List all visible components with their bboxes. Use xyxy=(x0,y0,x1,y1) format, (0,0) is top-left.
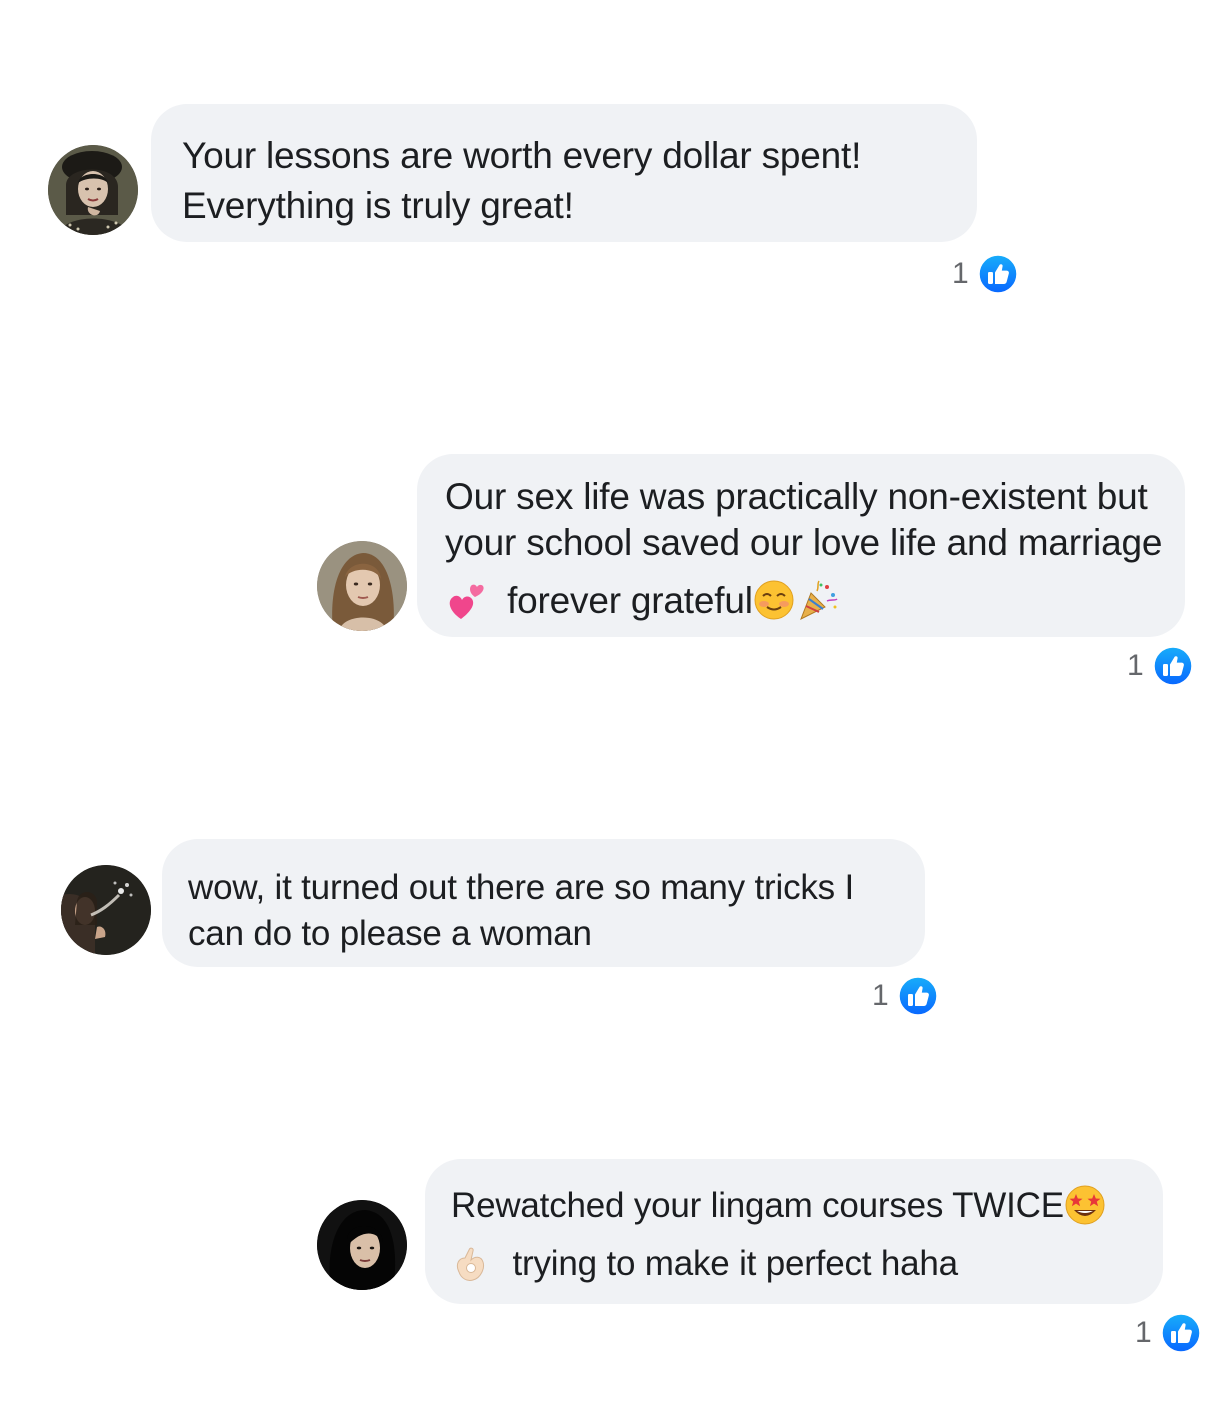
avatar-comment-4[interactable] xyxy=(317,1200,407,1290)
comment-bubble: Rewatched your lingam courses TWICE tryi… xyxy=(425,1159,1163,1304)
reaction-badge[interactable]: 1 xyxy=(952,252,1019,296)
comment-text-forever-grateful: forever grateful xyxy=(507,580,753,621)
comment-bubble: Our sex life was practically non-existen… xyxy=(417,454,1185,637)
comment-text-line: Everything is truly great! xyxy=(182,185,574,226)
like-icon xyxy=(977,253,1019,295)
comment-text-line-1: Rewatched your lingam courses TWICE xyxy=(451,1183,1143,1229)
comment-text-line: Your lessons are worth every dollar spen… xyxy=(182,135,862,176)
comment-text: Rewatched your lingam courses TWICE xyxy=(451,1186,1064,1225)
comment-bubble: wow, it turned out there are so many tri… xyxy=(162,839,925,967)
reaction-count: 1 xyxy=(952,257,969,290)
star-struck-icon xyxy=(1065,1185,1105,1225)
reaction-badge[interactable]: 1 xyxy=(1127,644,1194,688)
avatar-woman-dark-hair-icon xyxy=(48,145,138,235)
avatar-comment-1[interactable] xyxy=(48,145,138,235)
comment-bubble: Your lessons are worth every dollar spen… xyxy=(151,104,977,242)
party-popper-icon xyxy=(799,580,838,621)
reaction-count: 1 xyxy=(1135,1316,1152,1349)
comment-text: trying to make it perfect haha xyxy=(512,1244,959,1283)
avatar-woman-black-hair-icon xyxy=(317,1200,407,1290)
avatar-person-smoke-icon xyxy=(61,865,151,955)
avatar-comment-3[interactable] xyxy=(61,865,151,955)
comment-text-line: Our sex life was practically non-existen… xyxy=(445,476,1148,517)
ok-hand-icon xyxy=(456,1247,484,1281)
comment-text-line-2: trying to make it perfect haha xyxy=(451,1241,1143,1287)
comment-text-line: your school saved our love life and marr… xyxy=(445,522,1163,563)
like-icon xyxy=(1152,645,1194,687)
comment-text-line: can do to please a woman xyxy=(188,914,592,953)
reaction-badge[interactable]: 1 xyxy=(1135,1311,1202,1355)
like-icon xyxy=(897,975,939,1017)
comment-text-line-3: forever grateful xyxy=(445,578,1165,624)
reaction-count: 1 xyxy=(1127,649,1144,682)
two-hearts-icon xyxy=(449,584,484,620)
avatar-woman-light-hair-icon xyxy=(317,541,407,631)
comment-text-line: wow, it turned out there are so many tri… xyxy=(188,868,855,907)
reaction-count: 1 xyxy=(872,979,889,1012)
like-icon xyxy=(1160,1312,1202,1354)
avatar-comment-2[interactable] xyxy=(317,541,407,631)
reaction-badge[interactable]: 1 xyxy=(872,974,939,1018)
smiling-face-icon xyxy=(754,580,794,620)
